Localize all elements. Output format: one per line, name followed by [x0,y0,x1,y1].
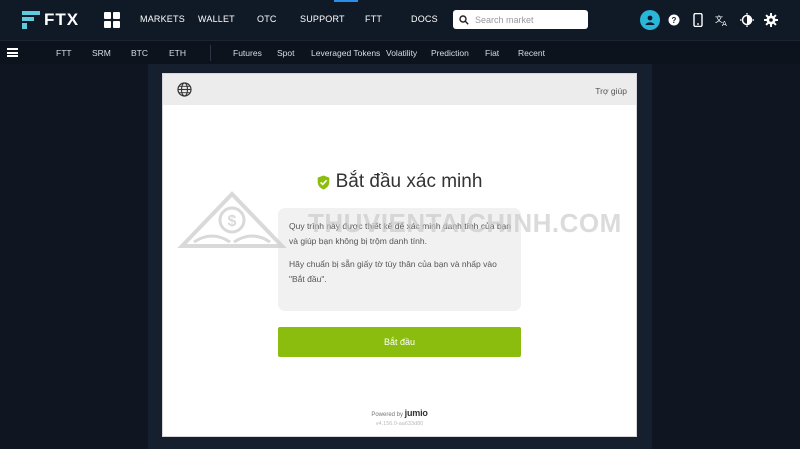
user-avatar-icon[interactable] [640,10,660,30]
subnav-eth[interactable]: ETH [169,48,186,58]
theme-toggle-icon[interactable] [737,10,757,30]
subnav-btc[interactable]: BTC [131,48,148,58]
subnav-divider [210,45,211,61]
top-navbar: FTX MARKETS WALLET OTC SUPPORT FTT DOCS … [0,0,800,40]
nav-wallet[interactable]: WALLET [198,14,235,24]
ftx-logo-mark [22,11,40,29]
mobile-icon[interactable] [688,10,708,30]
nav-docs[interactable]: DOCS [411,14,438,24]
watermark-logo: $ [177,191,287,248]
powered-by: Powered by jumio [163,408,636,418]
subnav-futures[interactable]: Futures [233,48,262,58]
nav-ftt[interactable]: FTT [365,14,382,24]
verification-header: Trợ giúp [163,74,636,105]
help-link[interactable]: Trợ giúp [595,86,627,96]
svg-text:$: $ [228,213,237,230]
sub-navbar: FTT SRM BTC ETH Futures Spot Leveraged T… [0,40,800,64]
apps-grid-icon[interactable] [104,12,120,28]
svg-text:A: A [722,20,727,27]
translate-icon[interactable]: 文 A [712,10,732,30]
search-box[interactable] [453,10,588,29]
brand-name: FTX [44,10,80,29]
globe-icon[interactable] [177,82,192,97]
subnav-volatility[interactable]: Volatility [386,48,417,58]
page-title: Bắt đầu xác minh [335,171,483,192]
powered-by-text: Powered by [371,412,403,418]
nav-active-indicator [334,0,358,2]
subnav-ftt[interactable]: FTT [56,48,72,58]
subnav-srm[interactable]: SRM [92,48,111,58]
svg-text:?: ? [672,16,677,25]
version-text: v4.156.0-aa633d80 [375,421,424,427]
subnav-prediction[interactable]: Prediction [431,48,469,58]
watermark-text: THUVIENTAICHINH.COM [308,208,622,238]
nav-otc[interactable]: OTC [257,14,277,24]
start-button[interactable]: Bắt đầu [278,327,521,357]
menu-icon[interactable] [7,48,18,57]
shield-check-icon [317,175,329,189]
info-paragraph-2: Hãy chuẩn bị sẵn giấy tờ tùy thân của bạ… [289,259,497,284]
help-icon[interactable]: ? [664,10,684,30]
subnav-spot[interactable]: Spot [277,48,295,58]
subnav-recent[interactable]: Recent [518,48,545,58]
nav-support[interactable]: SUPPORT [300,14,345,24]
settings-gear-icon[interactable] [761,10,781,30]
subnav-leveraged-tokens[interactable]: Leveraged Tokens [311,48,380,58]
subnav-fiat[interactable]: Fiat [485,48,499,58]
nav-markets[interactable]: MARKETS [140,14,185,24]
user-silhouette-icon [645,15,655,25]
ftx-logo[interactable]: FTX [22,10,79,30]
search-icon [459,14,469,25]
jumio-logo: jumio [404,408,428,418]
search-input[interactable] [475,14,575,25]
